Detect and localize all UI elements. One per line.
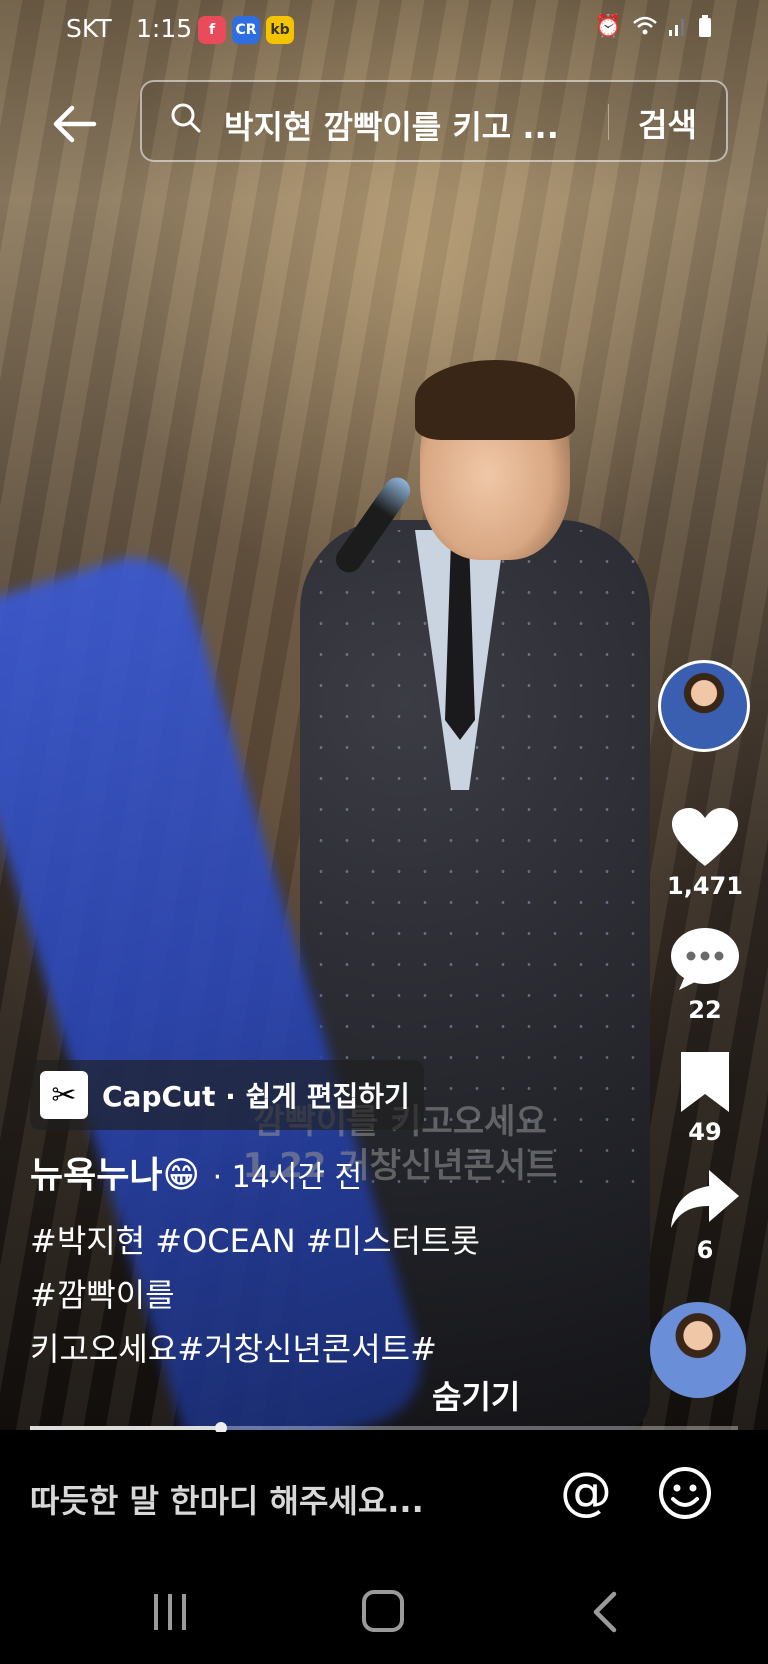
comment-bar: 따듯한 말 한마디 해주세요... @ <box>0 1432 768 1562</box>
sound-disc-avatar[interactable] <box>650 1302 746 1398</box>
back-button[interactable] <box>46 96 102 152</box>
comment-count: 22 <box>688 996 722 1024</box>
notification-badge-2: CR <box>232 16 260 44</box>
capcut-label: CapCut · 쉽게 편집하기 <box>102 1080 410 1113</box>
search-divider <box>608 104 609 140</box>
alarm-icon: ⏰ <box>594 14 622 39</box>
search-button[interactable]: 검색 <box>638 100 697 146</box>
hide-caption-button[interactable]: 숨기기 <box>432 1372 520 1418</box>
caption: #박지현 #OCEAN #미스터트롯 #깜빡이를 키고오세요#거창신년콘서트# <box>30 1214 590 1376</box>
post-time: · 14시간 전 <box>212 1160 363 1195</box>
recent-apps-icon[interactable] <box>150 1592 190 1632</box>
heart-icon <box>672 808 738 866</box>
search-bar[interactable]: 박지현 깜빡이를 키고 ... 검색 <box>140 80 728 162</box>
author-line: 뉴욕누나😁 · 14시간 전 <box>30 1146 362 1198</box>
notification-badge-1: f <box>198 16 226 44</box>
comment-button[interactable]: 22 <box>660 926 750 1024</box>
capcut-tag[interactable]: ✂ CapCut · 쉽게 편집하기 <box>30 1060 424 1130</box>
caption-line-1[interactable]: #박지현 #OCEAN #미스터트롯 <box>30 1214 590 1268</box>
bookmark-icon <box>681 1052 729 1112</box>
back-nav-icon[interactable] <box>584 1590 624 1634</box>
signal-icon <box>669 19 684 36</box>
share-count: 6 <box>696 1236 714 1264</box>
clock: 1:15 <box>136 14 193 43</box>
status-bar: SKT 1:15 f CR kb ⏰ <box>0 0 768 60</box>
comment-input[interactable]: 따듯한 말 한마디 해주세요... <box>30 1476 424 1522</box>
like-button[interactable]: 1,471 <box>660 806 750 900</box>
home-icon[interactable] <box>362 1590 404 1632</box>
wifi-icon <box>633 16 657 35</box>
arrow-left-icon <box>53 105 97 143</box>
video-progress-bar[interactable] <box>30 1422 738 1434</box>
carrier-label: SKT <box>66 14 112 43</box>
caption-line-2[interactable]: #깜빡이를 <box>30 1268 590 1322</box>
system-nav-bar <box>0 1562 768 1664</box>
share-button[interactable]: 6 <box>660 1168 750 1264</box>
creator-avatar[interactable] <box>658 660 750 752</box>
status-icons: ⏰ <box>595 14 712 39</box>
capcut-logo-icon: ✂ <box>40 1071 88 1119</box>
save-count: 49 <box>688 1118 722 1146</box>
progress-fill <box>30 1426 222 1430</box>
share-icon <box>671 1170 739 1228</box>
save-button[interactable]: 49 <box>660 1050 750 1146</box>
notification-badge-3: kb <box>266 16 294 44</box>
caption-line-3[interactable]: 키고오세요#거창신년콘서트# <box>30 1322 590 1376</box>
mention-button[interactable]: @ <box>560 1462 612 1522</box>
author-name[interactable]: 뉴욕누나😁 <box>30 1155 200 1196</box>
battery-icon <box>699 15 711 37</box>
emoji-icon[interactable] <box>658 1466 712 1520</box>
comment-icon <box>671 928 739 990</box>
like-count: 1,471 <box>667 872 743 900</box>
singer-hair <box>415 360 575 440</box>
search-query[interactable]: 박지현 깜빡이를 키고 ... <box>224 102 644 148</box>
search-icon <box>171 103 201 133</box>
